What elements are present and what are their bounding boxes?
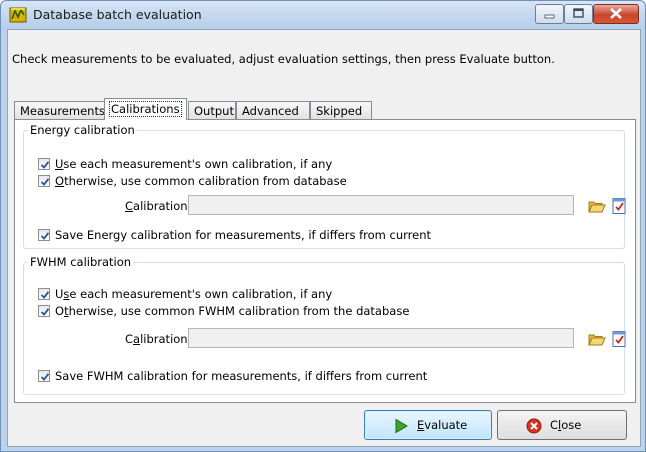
label-prefix: C: [550, 418, 559, 432]
tab-skipped[interactable]: Skipped: [310, 101, 372, 119]
energy-save-option[interactable]: Save Energy calibration for measurements…: [38, 228, 431, 244]
tab-label: Skipped: [316, 104, 363, 118]
energy-calibration-label-text: alibration:: [133, 199, 192, 213]
energy-own-calibration-option[interactable]: Use each measurement's own calibration, …: [38, 157, 332, 173]
energy-calibration-label: Calibration:: [125, 199, 191, 213]
fwhm-calibration-label-text: libration:: [140, 332, 192, 346]
checkmark-icon: [40, 373, 50, 381]
fwhm-own-calibration-checkbox[interactable]: [38, 288, 50, 300]
dialog-client-area: Check measurements to be evaluated, adju…: [7, 29, 641, 447]
tab-measurements[interactable]: Measurements: [14, 101, 106, 119]
database-eval-icon: [9, 7, 27, 23]
energy-calibration-field[interactable]: [188, 195, 574, 215]
label-prefix: O: [55, 304, 65, 318]
tab-calibrations[interactable]: Calibrations: [104, 98, 187, 120]
tab-output[interactable]: Output: [188, 101, 236, 119]
evaluate-label: valuate: [424, 418, 468, 432]
window-title: Database batch evaluation: [33, 7, 202, 22]
edit-document-icon[interactable]: [610, 197, 628, 215]
fwhm-calibration-label: Calibration:: [125, 332, 191, 346]
fwhm-calibration-group: FWHM calibration Use each measurement's …: [23, 255, 628, 395]
fwhm-common-calibration-label: herwise, use common FWHM calibration fro…: [68, 304, 410, 318]
tab-label: Output: [194, 104, 234, 118]
close-icon: [610, 8, 622, 19]
evaluate-button[interactable]: Evaluate: [364, 410, 492, 440]
mnemonic-letter: C: [125, 199, 134, 213]
tab-advanced[interactable]: Advanced: [236, 101, 310, 119]
energy-own-calibration-checkbox[interactable]: [38, 158, 50, 170]
folder-open-icon[interactable]: [588, 330, 606, 348]
close-circle-icon: [526, 418, 542, 434]
fwhm-calibration-field[interactable]: [188, 328, 574, 348]
energy-save-label: Save Energy calibration for measurements…: [55, 228, 431, 242]
energy-calibration-group: Energy calibration Use each measurement'…: [23, 123, 628, 249]
fwhm-common-calibration-option[interactable]: Otherwise, use common FWHM calibration f…: [38, 304, 409, 320]
fwhm-own-calibration-label: e each measurement's own calibration, if…: [69, 287, 333, 301]
calibrations-panel: Energy calibration Use each measurement'…: [14, 119, 636, 403]
title-bar[interactable]: Database batch evaluation: [1, 1, 645, 29]
edit-document-icon[interactable]: [610, 330, 628, 348]
maximize-icon: [573, 8, 584, 18]
maximize-button[interactable]: [564, 4, 593, 24]
checkmark-icon: [40, 232, 50, 240]
checkmark-icon: [40, 161, 50, 169]
checkmark-icon: [40, 291, 50, 299]
fwhm-save-option[interactable]: Save FWHM calibration for measurements, …: [38, 369, 427, 385]
close-label: ose: [561, 418, 582, 432]
checkmark-icon: [40, 308, 50, 316]
folder-open-icon[interactable]: [588, 197, 606, 215]
fwhm-save-checkbox[interactable]: [38, 370, 50, 382]
checkmark-icon: [40, 178, 50, 186]
label-prefix: C: [125, 332, 134, 346]
tab-label: Measurements: [20, 104, 105, 118]
energy-common-calibration-checkbox[interactable]: [38, 175, 50, 187]
energy-common-calibration-label: therwise, use common calibration from da…: [64, 174, 347, 188]
fwhm-own-calibration-option[interactable]: Use each measurement's own calibration, …: [38, 287, 332, 303]
minimize-icon: [544, 14, 555, 19]
tab-label: Advanced: [242, 104, 299, 118]
fwhm-calibration-legend: FWHM calibration: [30, 255, 132, 269]
energy-own-calibration-label: se each measurement's own calibration, i…: [63, 157, 333, 171]
fwhm-save-label: Save FWHM calibration for measurements, …: [55, 369, 428, 383]
dialog-window: Database batch evaluation Check measurem…: [0, 0, 646, 452]
tab-label: Calibrations: [109, 101, 182, 117]
instructions-text: Check measurements to be evaluated, adju…: [12, 52, 555, 66]
play-arrow-icon: [395, 418, 408, 434]
minimize-button[interactable]: [535, 4, 564, 24]
window-close-button[interactable]: [593, 4, 639, 24]
energy-save-checkbox[interactable]: [38, 229, 50, 241]
fwhm-common-calibration-checkbox[interactable]: [38, 305, 50, 317]
energy-calibration-legend: Energy calibration: [30, 123, 135, 137]
close-button[interactable]: Close: [497, 410, 627, 440]
energy-common-calibration-option[interactable]: Otherwise, use common calibration from d…: [38, 174, 347, 190]
mnemonic-letter: O: [55, 174, 65, 188]
